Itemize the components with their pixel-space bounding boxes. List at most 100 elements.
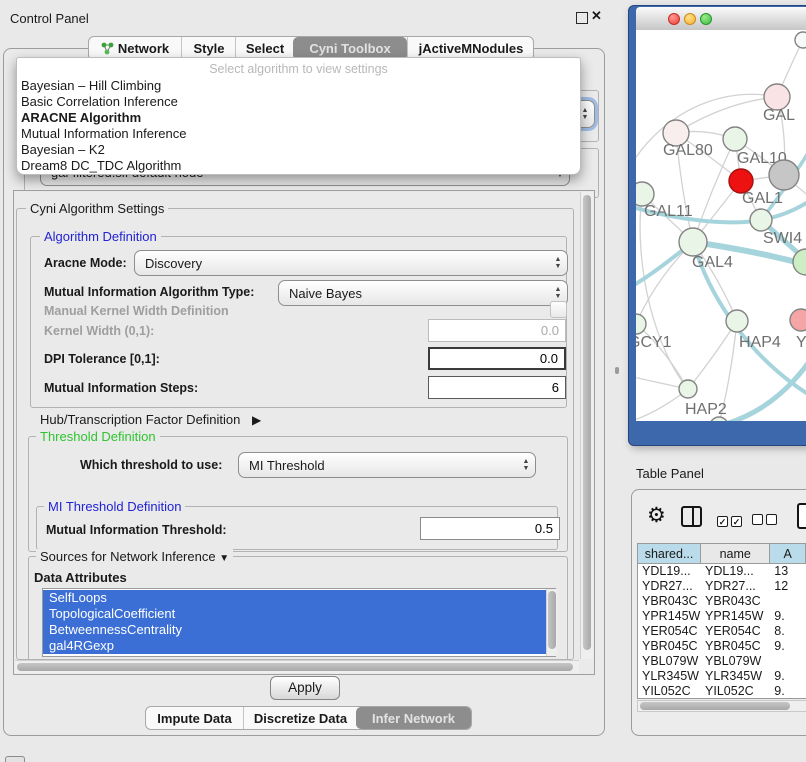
- table-row[interactable]: YDR27...YDR27...12: [638, 579, 806, 594]
- panel-divider-grip[interactable]: [615, 367, 619, 374]
- table-cell: 12: [770, 579, 806, 594]
- table-row[interactable]: YDL19...YDL19...13: [638, 564, 806, 579]
- table-cell: 9.: [770, 639, 806, 654]
- table-cell: YBR045C: [701, 639, 770, 654]
- network-node[interactable]: [726, 310, 748, 332]
- table-horizontal-scrollbar[interactable]: [637, 700, 806, 712]
- show-columns-icon[interactable]: ✓✓: [717, 512, 742, 530]
- sources-title-toggle[interactable]: Sources for Network Inference ▼: [36, 549, 233, 564]
- mi-threshold-title: MI Threshold Definition: [44, 499, 185, 514]
- settings-horizontal-scrollbar[interactable]: [15, 660, 579, 673]
- network-node[interactable]: [723, 127, 747, 151]
- algorithm-definition-title: Algorithm Definition: [40, 229, 161, 244]
- network-node[interactable]: [679, 380, 697, 398]
- table-cell: 13: [770, 564, 806, 579]
- table-row[interactable]: YER054CYER054C8.: [638, 624, 806, 639]
- kernel-width-field[interactable]: [428, 319, 566, 342]
- dropdown-item[interactable]: Basic Correlation Inference: [17, 94, 580, 110]
- network-edge: [688, 321, 737, 389]
- table-panel-title: Table Panel: [636, 466, 704, 481]
- data-attributes-label: Data Attributes: [34, 570, 127, 585]
- table-body: YDL19...YDL19...13YDR27...YDR27...12YBR0…: [638, 564, 806, 699]
- aracne-mode-combo[interactable]: Discovery ▲▼: [134, 250, 568, 276]
- network-node[interactable]: [769, 160, 799, 190]
- table-row[interactable]: YIL052CYIL052C9.: [638, 684, 806, 699]
- network-window-titlebar[interactable]: [636, 7, 806, 31]
- mi-type-combo[interactable]: Naive Bayes ▲▼: [278, 280, 568, 306]
- network-node[interactable]: [790, 309, 806, 331]
- which-threshold-combo[interactable]: MI Threshold ▲▼: [238, 452, 536, 478]
- table-row[interactable]: YBL079WYBL079W: [638, 654, 806, 669]
- attribute-list-item[interactable]: gal4RGexp: [43, 638, 555, 654]
- tab-label: Impute Data: [157, 711, 231, 726]
- settings-horizontal-scrollbar-thumb[interactable]: [17, 663, 573, 671]
- network-edge: [676, 97, 777, 133]
- chevron-updown-icon: ▲▼: [517, 458, 535, 472]
- table-column-header[interactable]: name: [701, 544, 770, 564]
- table-row[interactable]: YPR145WYPR145W9.: [638, 609, 806, 624]
- tab-infer-network[interactable]: Infer Network: [356, 707, 471, 729]
- close-panel-icon[interactable]: ✕: [591, 8, 602, 24]
- table-row[interactable]: YBR043CYBR043C: [638, 594, 806, 609]
- table-column-header[interactable]: shared...: [638, 544, 701, 564]
- table-cell: [770, 594, 806, 609]
- columns-icon[interactable]: [681, 506, 702, 527]
- dpi-tolerance-label: DPI Tolerance [0,1]:: [44, 352, 160, 366]
- attribute-list-item[interactable]: BetweennessCentrality: [43, 622, 555, 638]
- network-node[interactable]: [679, 228, 707, 256]
- attribute-list-item[interactable]: SelfLoops: [43, 590, 555, 606]
- collapsed-panel-icon[interactable]: [5, 756, 25, 762]
- collapse-arrow-icon: ▼: [219, 553, 229, 564]
- minimize-window-icon[interactable]: [684, 13, 696, 25]
- table-cell: YIL052C: [701, 684, 770, 699]
- table-cell: YBL079W: [701, 654, 770, 669]
- manual-kernel-checkbox[interactable]: [550, 301, 567, 318]
- data-attributes-list[interactable]: SelfLoopsTopologicalCoefficientBetweenne…: [42, 588, 556, 657]
- algorithm-dropdown-list: Bayesian – Hill ClimbingBasic Correlatio…: [17, 78, 580, 174]
- zoom-window-icon[interactable]: [700, 13, 712, 25]
- network-canvas[interactable]: GALGAL80GAL10GAL1GAL11SWI4GAL4GCY1HAP4YH…: [636, 30, 806, 421]
- mi-threshold-field[interactable]: [420, 517, 560, 540]
- chevron-updown-icon: ▲▼: [549, 286, 567, 300]
- expand-arrow-icon: ▶: [252, 413, 261, 427]
- hub-definition-toggle[interactable]: Hub/Transcription Factor Definition ▶: [40, 412, 261, 427]
- bottom-tabs: Impute Data Discretize Data Infer Networ…: [145, 706, 472, 730]
- table-row[interactable]: YBR045CYBR045C9.: [638, 639, 806, 654]
- tab-label: Discretize Data: [254, 711, 347, 726]
- dpi-tolerance-field[interactable]: [428, 347, 566, 370]
- table-row[interactable]: YLR345WYLR345W9.: [638, 669, 806, 684]
- network-node[interactable]: [750, 209, 772, 231]
- mi-type-value: Naive Bayes: [279, 286, 549, 301]
- table-column-header[interactable]: A: [770, 544, 806, 564]
- sources-title: Sources for Network Inference: [40, 549, 216, 564]
- network-node-label: GAL4: [692, 254, 733, 271]
- dropdown-item[interactable]: Bayesian – K2: [17, 142, 580, 158]
- table-cell: 9.: [770, 669, 806, 684]
- network-node-label: GAL80: [663, 142, 713, 159]
- float-panel-icon[interactable]: [576, 12, 588, 24]
- tab-impute-data[interactable]: Impute Data: [146, 707, 243, 729]
- table-horizontal-scrollbar-thumb[interactable]: [640, 702, 790, 710]
- network-node-label: GCY1: [636, 334, 672, 351]
- network-icon: [101, 42, 114, 55]
- tab-discretize-data[interactable]: Discretize Data: [243, 707, 357, 729]
- tab-label: Select: [246, 41, 284, 56]
- close-window-icon[interactable]: [668, 13, 680, 25]
- dropdown-item[interactable]: Dream8 DC_TDC Algorithm: [17, 158, 580, 174]
- list-scrollbar[interactable]: [546, 589, 557, 656]
- apply-button[interactable]: Apply: [270, 676, 340, 700]
- dropdown-item[interactable]: ARACNE Algorithm: [17, 110, 580, 126]
- hide-columns-icon[interactable]: [752, 512, 777, 530]
- network-node[interactable]: [795, 32, 806, 48]
- settings-vertical-scrollbar-thumb[interactable]: [583, 195, 591, 650]
- attribute-list-item[interactable]: TopologicalCoefficient: [43, 606, 555, 622]
- dropdown-item[interactable]: Mutual Information Inference: [17, 126, 580, 142]
- dropdown-item[interactable]: Bayesian – Hill Climbing: [17, 78, 580, 94]
- settings-vertical-scrollbar[interactable]: [580, 192, 593, 659]
- gear-icon[interactable]: ⚙: [647, 503, 666, 528]
- new-table-icon[interactable]: [797, 503, 806, 529]
- network-node-label: Y: [796, 334, 806, 351]
- mi-steps-field[interactable]: [428, 376, 566, 399]
- list-scrollbar-thumb[interactable]: [548, 591, 556, 649]
- table-cell: 8.: [770, 624, 806, 639]
